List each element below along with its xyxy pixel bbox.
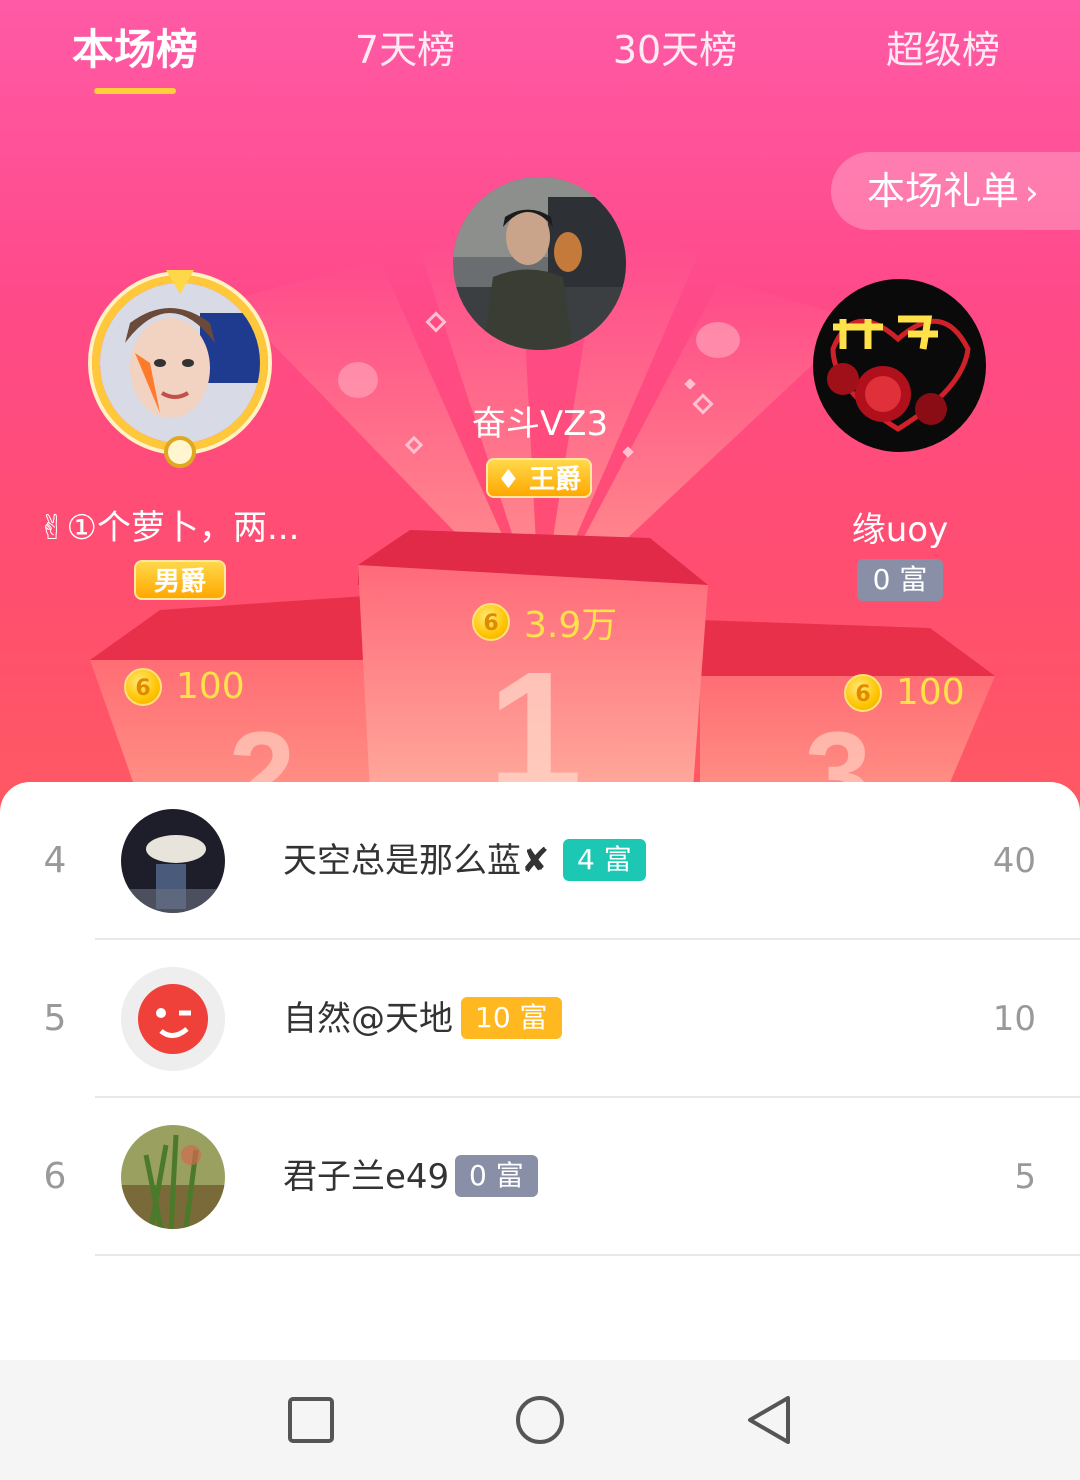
chevron-right-icon: ›: [1025, 173, 1039, 213]
rank-number: 6: [43, 1156, 67, 1197]
list-item[interactable]: 4 天空总是那么蓝✘ 4 富 40: [0, 782, 1080, 940]
circle-icon[interactable]: [514, 1394, 566, 1446]
avatar[interactable]: [121, 1125, 225, 1229]
first-place-score-value: 3.9万: [524, 605, 618, 646]
second-place-score: 6 100: [124, 666, 245, 707]
list-item[interactable]: 5 自然@天地 10 富 10: [0, 940, 1080, 1098]
system-navigation-bar: [0, 1360, 1080, 1480]
wealth-badge: 10 富: [461, 997, 562, 1039]
tab-current-session[interactable]: 本场榜: [60, 20, 210, 80]
gift-list-label: 本场礼单: [867, 169, 1020, 213]
second-place-avatar[interactable]: [92, 275, 268, 451]
first-place-score: 6 3.9万: [472, 596, 617, 648]
user-name: 天空总是那么蓝✘: [283, 841, 550, 881]
triangle-back-icon[interactable]: [744, 1394, 796, 1446]
avatar-frame-base-icon: [164, 436, 196, 468]
list-item[interactable]: 6 君子兰e49 0 富 5: [0, 1098, 1080, 1256]
second-place-badge-label: 男爵: [153, 567, 206, 597]
rank-number: 5: [43, 998, 67, 1039]
first-place-badge-label: 王爵: [529, 465, 582, 495]
third-place-badge-label: 0 富: [872, 563, 928, 596]
coin-icon: 6: [472, 603, 510, 641]
wealth-badge: 4 富: [563, 839, 646, 881]
third-place-score: 6 100: [844, 672, 965, 713]
divider: [95, 1254, 1080, 1256]
leaderboard-tabs: 本场榜 7天榜 30天榜 超级榜: [0, 20, 1080, 100]
contribution-value: 5: [1014, 1157, 1036, 1197]
third-place-name: 缘uoy: [851, 510, 949, 550]
leaderboard-header: 1 2 3 本场榜 7天榜 30天榜 超级榜 本场礼单 › 奋斗VZ3 ♦ 王爵 …: [0, 0, 1080, 830]
third-place-avatar[interactable]: [813, 279, 986, 452]
third-place-wealth-badge: 0 富: [857, 559, 943, 601]
wealth-badge: 0 富: [455, 1155, 538, 1197]
avatar[interactable]: [121, 809, 225, 913]
third-place-score-value: 100: [896, 672, 965, 713]
second-place-score-value: 100: [176, 666, 245, 707]
first-place-noble-badge: ♦ 王爵: [486, 458, 592, 498]
avatar[interactable]: [121, 967, 225, 1071]
ranking-list: 4 天空总是那么蓝✘ 4 富 40 5 自然@天地 10 富 10 6 君子兰e…: [0, 782, 1080, 1362]
user-name: 君子兰e49: [283, 1157, 450, 1197]
active-tab-indicator: [94, 88, 176, 94]
second-place-name: ✌①个萝卜，两...: [38, 508, 300, 548]
tab-super[interactable]: 超级榜: [868, 20, 1018, 80]
contribution-value: 40: [992, 841, 1036, 881]
session-gift-list-button[interactable]: 本场礼单 ›: [831, 152, 1080, 230]
tab-30-days[interactable]: 30天榜: [595, 20, 755, 80]
user-name: 自然@天地: [283, 999, 453, 1039]
rank-number: 4: [43, 840, 67, 881]
coin-icon: 6: [124, 667, 162, 706]
coin-icon: 6: [844, 673, 882, 712]
contribution-value: 10: [992, 999, 1036, 1039]
first-place-name: 奋斗VZ3: [471, 404, 609, 444]
second-place-noble-badge: 男爵: [134, 560, 226, 600]
first-place-avatar[interactable]: [453, 177, 626, 350]
tab-7-days[interactable]: 7天榜: [330, 20, 480, 80]
square-icon[interactable]: [285, 1394, 337, 1446]
crown-icon: ♦: [496, 465, 521, 495]
